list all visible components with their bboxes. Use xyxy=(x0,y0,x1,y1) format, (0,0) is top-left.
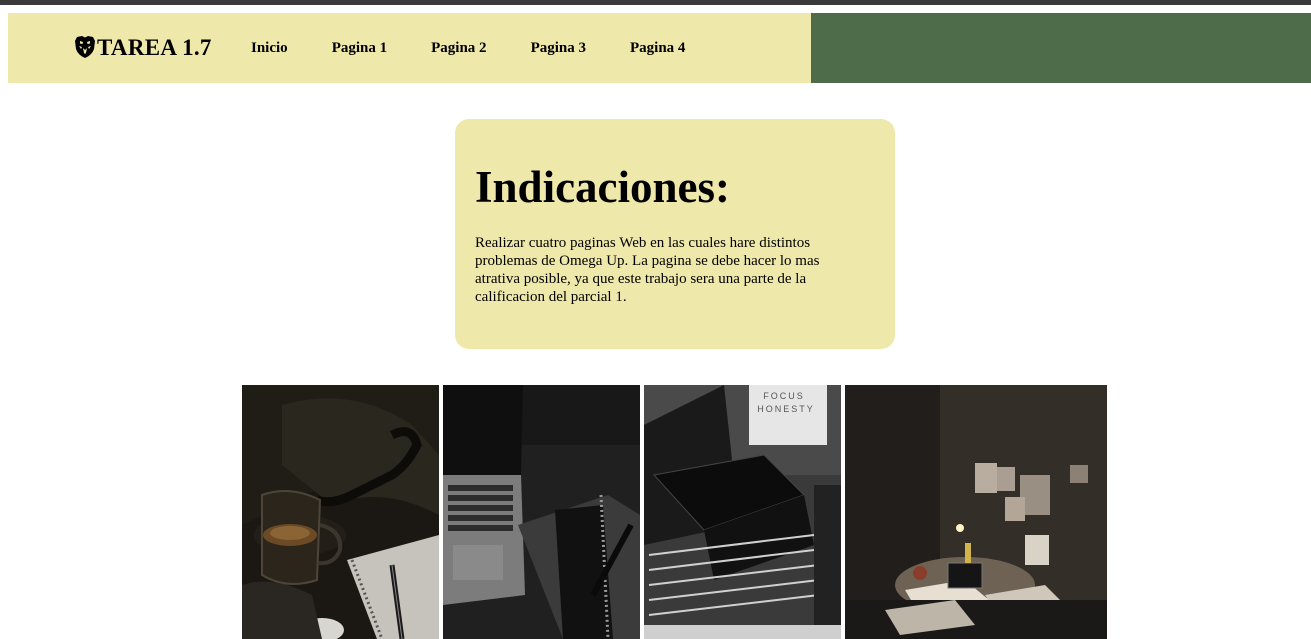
svg-text:HONESTY: HONESTY xyxy=(757,404,815,414)
instructions-title: Indicaciones: xyxy=(475,162,731,212)
nav-link-pagina-3[interactable]: Pagina 3 xyxy=(531,40,586,57)
logo-text: TAREA 1.7 xyxy=(97,35,212,60)
laptop-and-notebook-photo xyxy=(443,385,640,639)
nav-link-pagina-4[interactable]: Pagina 4 xyxy=(630,40,685,57)
nav-link-inicio[interactable]: Inicio xyxy=(251,40,288,57)
coffee-and-notebook-photo xyxy=(242,385,439,639)
instructions-card: Indicaciones: Realizar cuatro paginas We… xyxy=(455,119,895,349)
site-header: TAREA 1.7 Inicio Pagina 1 Pagina 2 Pagin… xyxy=(8,13,1311,83)
browser-top-bar xyxy=(0,0,1311,5)
stacked-books-photo: FOCUS HONESTY xyxy=(644,385,841,639)
main-nav: Inicio Pagina 1 Pagina 2 Pagina 3 Pagina… xyxy=(251,13,729,83)
site-logo[interactable]: TAREA 1.7 xyxy=(74,13,212,83)
header-left-panel: TAREA 1.7 Inicio Pagina 1 Pagina 2 Pagin… xyxy=(8,13,811,83)
instructions-text: Realizar cuatro paginas Web en las cuale… xyxy=(475,235,820,305)
desk-with-lamp-photo xyxy=(845,385,1107,639)
lion-shield-icon xyxy=(74,35,96,59)
nav-link-pagina-1[interactable]: Pagina 1 xyxy=(332,40,387,57)
nav-link-pagina-2[interactable]: Pagina 2 xyxy=(431,40,486,57)
header-right-panel xyxy=(811,13,1311,83)
svg-text:FOCUS: FOCUS xyxy=(763,391,805,401)
